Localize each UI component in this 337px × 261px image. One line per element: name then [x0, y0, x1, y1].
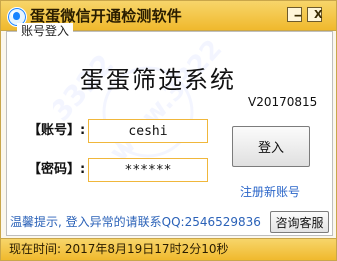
close-button[interactable]: X [307, 7, 322, 22]
panel-title: 账号登入 [17, 23, 74, 39]
current-time-text: 现在时间: 2017年8月19日17时2分10秒 [9, 242, 229, 256]
account-label: 【账号】: [28, 123, 86, 138]
support-notice: 温馨提示, 登入异常的请联系QQ:2546529836 [10, 215, 261, 229]
status-bar: 现在时间: 2017年8月19日17时2分10秒 [1, 238, 336, 260]
account-input[interactable] [88, 119, 208, 143]
login-button[interactable]: 登入 [232, 126, 310, 167]
register-link[interactable]: 注册新账号 [240, 185, 300, 199]
version-label: V20170815 [248, 95, 318, 109]
minimize-button[interactable]: 🗕 [287, 7, 302, 22]
password-label: 【密码】: [28, 162, 86, 177]
app-window: 蛋蛋微信开通检测软件 🗕 X 账号登入 3322 www.3322 蛋蛋筛选系统… [0, 0, 337, 261]
system-heading: 蛋蛋筛选系统 [80, 66, 236, 94]
support-button[interactable]: 咨询客服 [270, 211, 329, 233]
password-input[interactable] [88, 158, 208, 182]
